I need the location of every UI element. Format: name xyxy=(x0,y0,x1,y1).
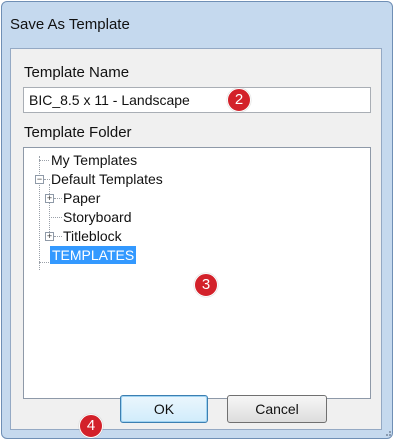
ok-button[interactable]: OK xyxy=(120,395,208,423)
callout-badge-3: 3 xyxy=(194,273,218,297)
tree-connector xyxy=(44,179,50,180)
tree-item-default-templates[interactable]: Default Templates xyxy=(51,170,163,188)
tree-item-templates[interactable]: TEMPLATES xyxy=(50,246,137,264)
tree-item-storyboard[interactable]: Storyboard xyxy=(63,208,131,226)
dialog-title: Save As Template xyxy=(10,16,130,33)
tree-connector xyxy=(54,236,62,237)
tree-connector xyxy=(54,198,62,199)
cancel-button[interactable]: Cancel xyxy=(227,395,327,423)
tree-item-my-templates[interactable]: My Templates xyxy=(51,151,137,169)
collapse-toggle-icon[interactable]: − xyxy=(35,175,44,184)
tree-connector xyxy=(39,160,49,161)
template-folder-tree[interactable]: My Templates − Default Templates + Paper… xyxy=(23,147,371,399)
template-name-input[interactable] xyxy=(23,87,371,113)
template-name-label: Template Name xyxy=(24,64,130,81)
template-folder-label: Template Folder xyxy=(24,124,132,141)
resize-grip-icon[interactable] xyxy=(382,427,392,437)
tree-connector xyxy=(49,217,62,218)
tree-item-titleblock[interactable]: Titleblock xyxy=(63,227,122,245)
callout-badge-4: 4 xyxy=(79,414,103,438)
tree-item-paper[interactable]: Paper xyxy=(63,189,100,207)
expand-toggle-icon[interactable]: + xyxy=(45,194,54,203)
expand-toggle-icon[interactable]: + xyxy=(45,232,54,241)
callout-badge-2: 2 xyxy=(227,88,251,112)
